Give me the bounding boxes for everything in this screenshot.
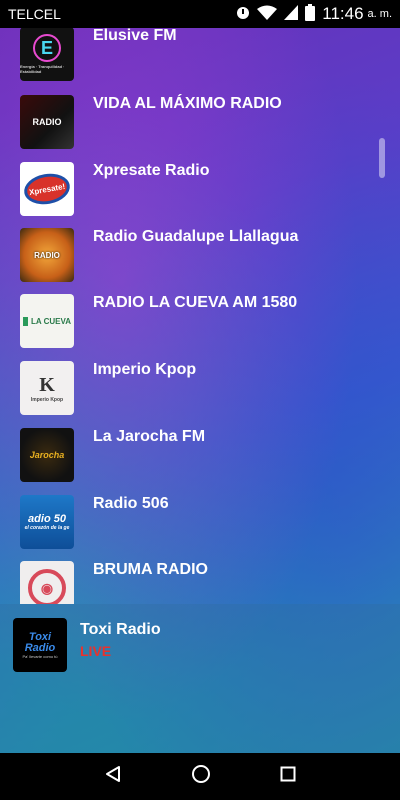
clock-ampm: a. m. [367, 8, 392, 20]
wifi-icon [257, 5, 278, 23]
home-icon[interactable] [191, 764, 211, 789]
station-logo: Xpresate! [20, 162, 74, 216]
clock-time: 11:46 [322, 4, 364, 23]
station-name: Radio Guadalupe Llallagua [93, 228, 299, 245]
list-scrollbar[interactable] [379, 138, 385, 178]
station-name: RADIO LA CUEVA AM 1580 [93, 294, 298, 311]
carrier-label: TELCEL [8, 6, 61, 22]
station-logo: ◉ [20, 561, 74, 604]
station-name: BRUMA RADIO [93, 561, 208, 578]
now-playing-bar[interactable]: Toxi Radio Pa' llevarte como tú Toxi Rad… [0, 604, 400, 753]
station-name: Xpresate Radio [93, 162, 210, 179]
list-item[interactable]: E Energía · Tranquilidad · Estabilidad E… [0, 28, 400, 93]
back-icon[interactable] [104, 765, 122, 788]
navigation-bar [0, 753, 400, 800]
station-logo: adio 50 el corazón de la ge [20, 495, 74, 549]
station-name: La Jarocha FM [93, 428, 206, 445]
station-logo: LA CUEVA [20, 294, 74, 348]
station-logo: E Energía · Tranquilidad · Estabilidad [20, 28, 74, 81]
station-logo: Jarocha [20, 428, 74, 482]
station-name: VIDA AL MÁXIMO RADIO [93, 95, 282, 112]
recents-icon[interactable] [280, 766, 296, 787]
live-badge: LIVE [80, 643, 112, 659]
alarm-icon [236, 6, 250, 23]
list-item[interactable]: adio 50 el corazón de la ge Radio 506 [0, 495, 400, 561]
station-name: Radio 506 [93, 495, 169, 512]
station-name: Imperio Kpop [93, 361, 197, 378]
station-logo: RADIO [20, 228, 74, 282]
status-bar: TELCEL 11:46 a. m. [0, 0, 400, 28]
list-item[interactable]: ◉ BRUMA RADIO [0, 561, 400, 604]
station-logo: RADIO [20, 95, 74, 149]
now-playing-title: Toxi Radio [80, 621, 161, 638]
battery-icon [305, 4, 316, 24]
station-name: Elusive FM [93, 28, 177, 44]
list-item[interactable]: K Imperio Kpop Imperio Kpop [0, 361, 400, 427]
signal-icon [284, 5, 299, 23]
station-list[interactable]: E Energía · Tranquilidad · Estabilidad E… [0, 28, 400, 604]
now-playing-logo: Toxi Radio Pa' llevarte como tú [13, 618, 67, 672]
list-item[interactable]: LA CUEVA RADIO LA CUEVA AM 1580 [0, 294, 400, 360]
list-item[interactable]: RADIO VIDA AL MÁXIMO RADIO [0, 95, 400, 161]
list-item[interactable]: Jarocha La Jarocha FM [0, 428, 400, 494]
list-item[interactable]: RADIO Radio Guadalupe Llallagua [0, 228, 400, 294]
list-item[interactable]: Xpresate! Xpresate Radio [0, 162, 400, 228]
station-logo: K Imperio Kpop [20, 361, 74, 415]
